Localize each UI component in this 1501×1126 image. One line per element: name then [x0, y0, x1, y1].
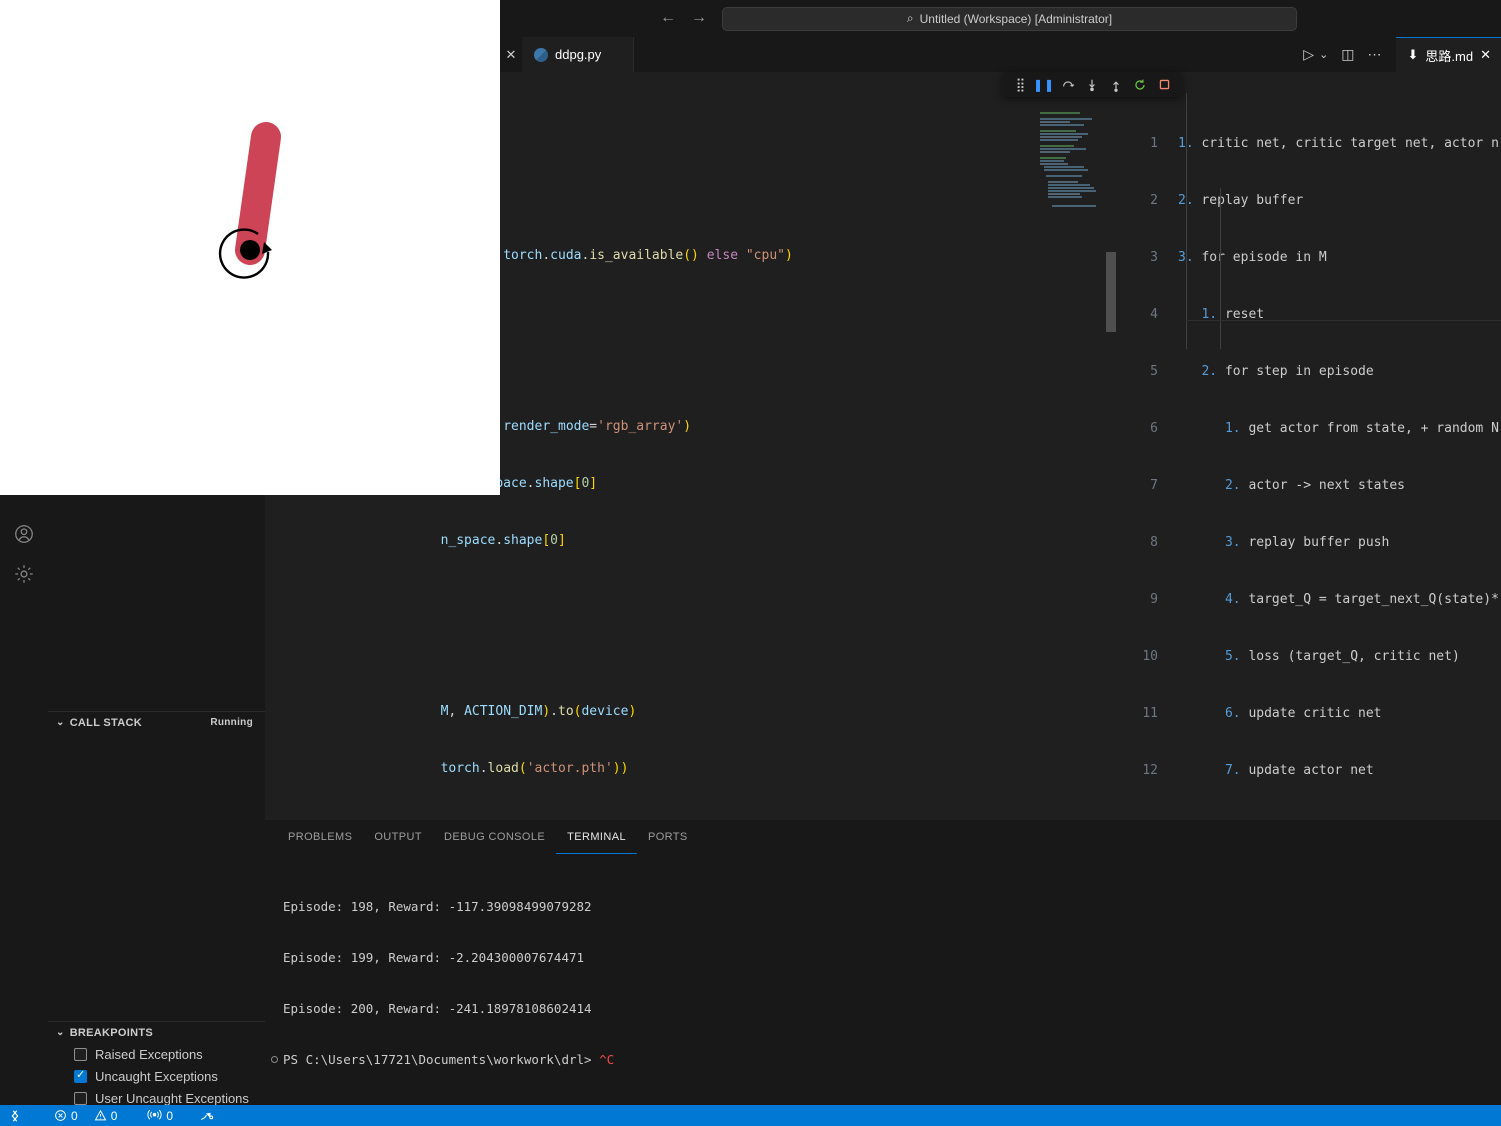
- markdown-icon: ⬇: [1407, 47, 1419, 62]
- close-icon[interactable]: ✕: [500, 37, 522, 72]
- account-icon[interactable]: [10, 520, 38, 548]
- checkbox-user-uncaught-exceptions[interactable]: [74, 1091, 87, 1105]
- navigation-arrows: ← →: [660, 9, 707, 27]
- debug-sidebar: ⌄ CALL STACK Running ⌄ BREAKPOINTS Raise…: [48, 495, 265, 1106]
- stop-button[interactable]: [1152, 74, 1176, 96]
- md-line: 33. for episode in M: [1150, 250, 1327, 265]
- md-line: 9 4. target_Q = target_next_Q(state)*: [1150, 592, 1499, 607]
- md-line: 11 6. update critic net: [1142, 706, 1382, 721]
- indent-guide: [1220, 188, 1221, 349]
- chevron-down-icon: ⌄: [56, 1027, 65, 1038]
- code-editor-markdown[interactable]: › 思路.md 11. critic net, critic target ne…: [1120, 72, 1501, 820]
- tab-output[interactable]: OUTPUT: [363, 820, 433, 854]
- editor-actions: ▷ ⌄ ◫ ⋯: [1289, 37, 1396, 72]
- chevron-down-icon[interactable]: ⌄: [1319, 48, 1328, 61]
- breakpoints-section-header[interactable]: ⌄ BREAKPOINTS: [48, 1021, 265, 1043]
- debug-icon[interactable]: [191, 1105, 222, 1126]
- run-button[interactable]: ▷: [1303, 46, 1314, 63]
- terminal-line: Episode: 200, Reward: -241.1897810860241…: [283, 1001, 592, 1016]
- md-line: 6 1. get actor from state, + random N: [1150, 421, 1499, 436]
- pendulum-render: [0, 0, 500, 495]
- breakpoints-title: BREAKPOINTS: [69, 1026, 154, 1039]
- md-line: 8 3. replay buffer push: [1150, 535, 1390, 550]
- bottom-panel: PROBLEMS OUTPUT DEBUG CONSOLE TERMINAL P…: [265, 820, 1501, 1118]
- call-stack-section-header[interactable]: ⌄ CALL STACK Running: [48, 711, 265, 733]
- title-bar: ← → ⌕ Untitled (Workspace) [Administrato…: [500, 0, 1501, 37]
- restart-button[interactable]: [1128, 74, 1152, 96]
- breakpoint-label: User Uncaught Exceptions: [95, 1090, 249, 1106]
- call-stack-status: Running: [210, 717, 253, 728]
- terminal-line: Episode: 199, Reward: -2.204300007674471: [283, 950, 585, 965]
- tab-bar-filler: [634, 37, 1290, 72]
- breakpoint-row[interactable]: Raised Exceptions: [48, 1043, 265, 1065]
- search-icon: ⌕: [906, 11, 914, 25]
- chevron-down-icon: ⌄: [56, 717, 65, 728]
- python-icon: [534, 47, 548, 62]
- tab-terminal[interactable]: TERMINAL: [556, 820, 637, 854]
- md-line: 10 5. loss (target_Q, critic net): [1142, 649, 1460, 664]
- breakpoint-label: Uncaught Exceptions: [95, 1068, 218, 1084]
- md-line: 22. replay buffer: [1150, 193, 1304, 208]
- current-line-border: [1186, 320, 1501, 321]
- tab-ports[interactable]: PORTS: [637, 820, 699, 854]
- step-over-button[interactable]: [1056, 74, 1080, 96]
- warnings-count[interactable]: 0: [86, 1105, 126, 1126]
- step-into-button[interactable]: [1080, 74, 1104, 96]
- drag-handle-icon[interactable]: ⣿: [1008, 74, 1032, 96]
- editor-tab-bar: ✕ ddpg.py ▷ ⌄ ◫ ⋯ ⬇ 思路.md ✕: [500, 37, 1501, 72]
- code-line: M, ACTION_DIM).to(device): [331, 704, 637, 719]
- terminal-output[interactable]: Episode: 198, Reward: -117.3909849907928…: [265, 854, 1501, 1126]
- errors-value: 0: [71, 1108, 78, 1123]
- breakpoint-label: Raised Exceptions: [95, 1046, 203, 1062]
- ports-value: 0: [166, 1108, 174, 1123]
- md-line: 7 2. actor -> next states: [1150, 478, 1405, 493]
- tab-debug-console[interactable]: DEBUG CONSOLE: [433, 820, 556, 854]
- markdown-content: 11. critic net, critic target net, actor…: [1120, 94, 1501, 820]
- md-line: 12 7. update actor net: [1142, 763, 1374, 778]
- editor-vertical-scrollbar[interactable]: [1106, 252, 1116, 332]
- split-editor-icon[interactable]: ◫: [1341, 46, 1354, 63]
- tab-label: 思路.md: [1425, 48, 1474, 64]
- md-line: 11. critic net, critic target net, actor…: [1150, 136, 1499, 151]
- ports-count[interactable]: 0: [139, 1105, 181, 1126]
- tab-ddpg-py[interactable]: ddpg.py: [522, 37, 634, 72]
- vscode-window: ⌄ CALL STACK Running ⌄ BREAKPOINTS Raise…: [0, 0, 1501, 1126]
- more-actions-icon[interactable]: ⋯: [1368, 46, 1382, 63]
- tab-sixu-md[interactable]: ⬇ 思路.md ✕: [1395, 37, 1501, 72]
- arrow-right-icon[interactable]: →: [691, 9, 707, 27]
- editor-minimap[interactable]: [1038, 112, 1100, 217]
- panel-tab-bar: PROBLEMS OUTPUT DEBUG CONSOLE TERMINAL P…: [265, 820, 1501, 854]
- tab-problems[interactable]: PROBLEMS: [277, 820, 363, 854]
- pendulum-pivot: [240, 240, 260, 260]
- terminal-line: Episode: 198, Reward: -117.3909849907928…: [283, 899, 592, 914]
- terminal-line: PS C:\Users\17721\Documents\workwork\drl…: [271, 1051, 1501, 1068]
- tab-label: ddpg.py: [555, 47, 602, 62]
- md-line: 5 2. for step in episode: [1150, 364, 1374, 379]
- checkbox-raised-exceptions[interactable]: [74, 1047, 87, 1061]
- close-icon[interactable]: ✕: [1480, 47, 1491, 63]
- settings-gear-icon[interactable]: [10, 560, 38, 588]
- pygame-pendulum-window[interactable]: [0, 0, 500, 495]
- breakpoint-row[interactable]: Uncaught Exceptions: [48, 1065, 265, 1087]
- errors-count[interactable]: 0: [46, 1105, 86, 1126]
- debug-toolbar[interactable]: ⣿ ❚❚: [1002, 72, 1182, 97]
- command-center-value: Untitled (Workspace) [Administrator]: [919, 11, 1113, 26]
- status-bar: 0 0 0: [0, 1105, 1501, 1126]
- call-stack-title: CALL STACK: [69, 716, 142, 729]
- command-center-input[interactable]: ⌕ Untitled (Workspace) [Administrator]: [722, 6, 1297, 31]
- md-line: 4 1. reset: [1150, 307, 1265, 322]
- command-decoration-icon[interactable]: [271, 1056, 278, 1063]
- indent-guide: [1186, 93, 1187, 349]
- step-out-button[interactable]: [1104, 74, 1128, 96]
- code-line: torch.load('actor.pth')): [331, 761, 629, 776]
- code-line: n_space.shape[0]: [331, 533, 566, 548]
- activity-bar: [0, 495, 48, 1105]
- warnings-value: 0: [110, 1108, 118, 1123]
- checkbox-uncaught-exceptions[interactable]: [74, 1068, 87, 1083]
- remote-window-icon[interactable]: [0, 1105, 30, 1126]
- pause-button[interactable]: ❚❚: [1032, 74, 1056, 96]
- arrow-left-icon[interactable]: ←: [660, 9, 676, 27]
